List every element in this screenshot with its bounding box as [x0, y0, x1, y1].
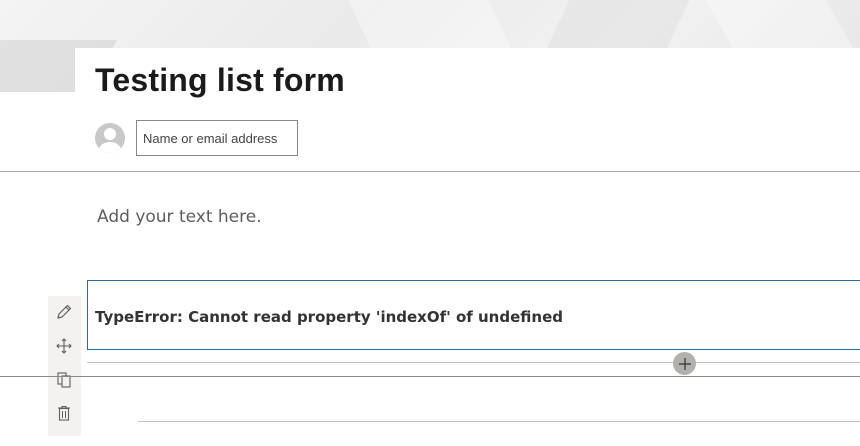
text-webpart-placeholder[interactable]: Add your text here.: [97, 207, 262, 227]
title-region: Testing list form: [75, 48, 860, 171]
add-webpart-line: [87, 362, 860, 363]
section-divider: [0, 171, 860, 172]
edit-webpart-button[interactable]: [54, 302, 74, 322]
add-webpart-button[interactable]: [673, 352, 696, 375]
move-webpart-button[interactable]: [54, 336, 74, 356]
trash-icon: [58, 405, 70, 421]
error-message: TypeError: Cannot read property 'indexOf…: [95, 308, 563, 326]
page-title[interactable]: Testing list form: [95, 62, 345, 99]
delete-webpart-button[interactable]: [54, 403, 74, 423]
avatar: [95, 123, 125, 153]
next-section-line: [138, 421, 860, 422]
pencil-icon: [57, 304, 72, 319]
webpart-toolbar: [48, 296, 81, 436]
duplicate-webpart-button[interactable]: [54, 370, 74, 390]
move-icon: [56, 338, 72, 354]
section-divider-bottom: [0, 376, 860, 377]
sharepoint-page: Testing list form Add your text here.: [0, 0, 860, 446]
duplicate-icon: [57, 372, 71, 388]
selected-webpart[interactable]: TypeError: Cannot read property 'indexOf…: [87, 280, 860, 350]
plus-icon: [678, 357, 691, 370]
author-people-picker-input[interactable]: [136, 120, 298, 156]
